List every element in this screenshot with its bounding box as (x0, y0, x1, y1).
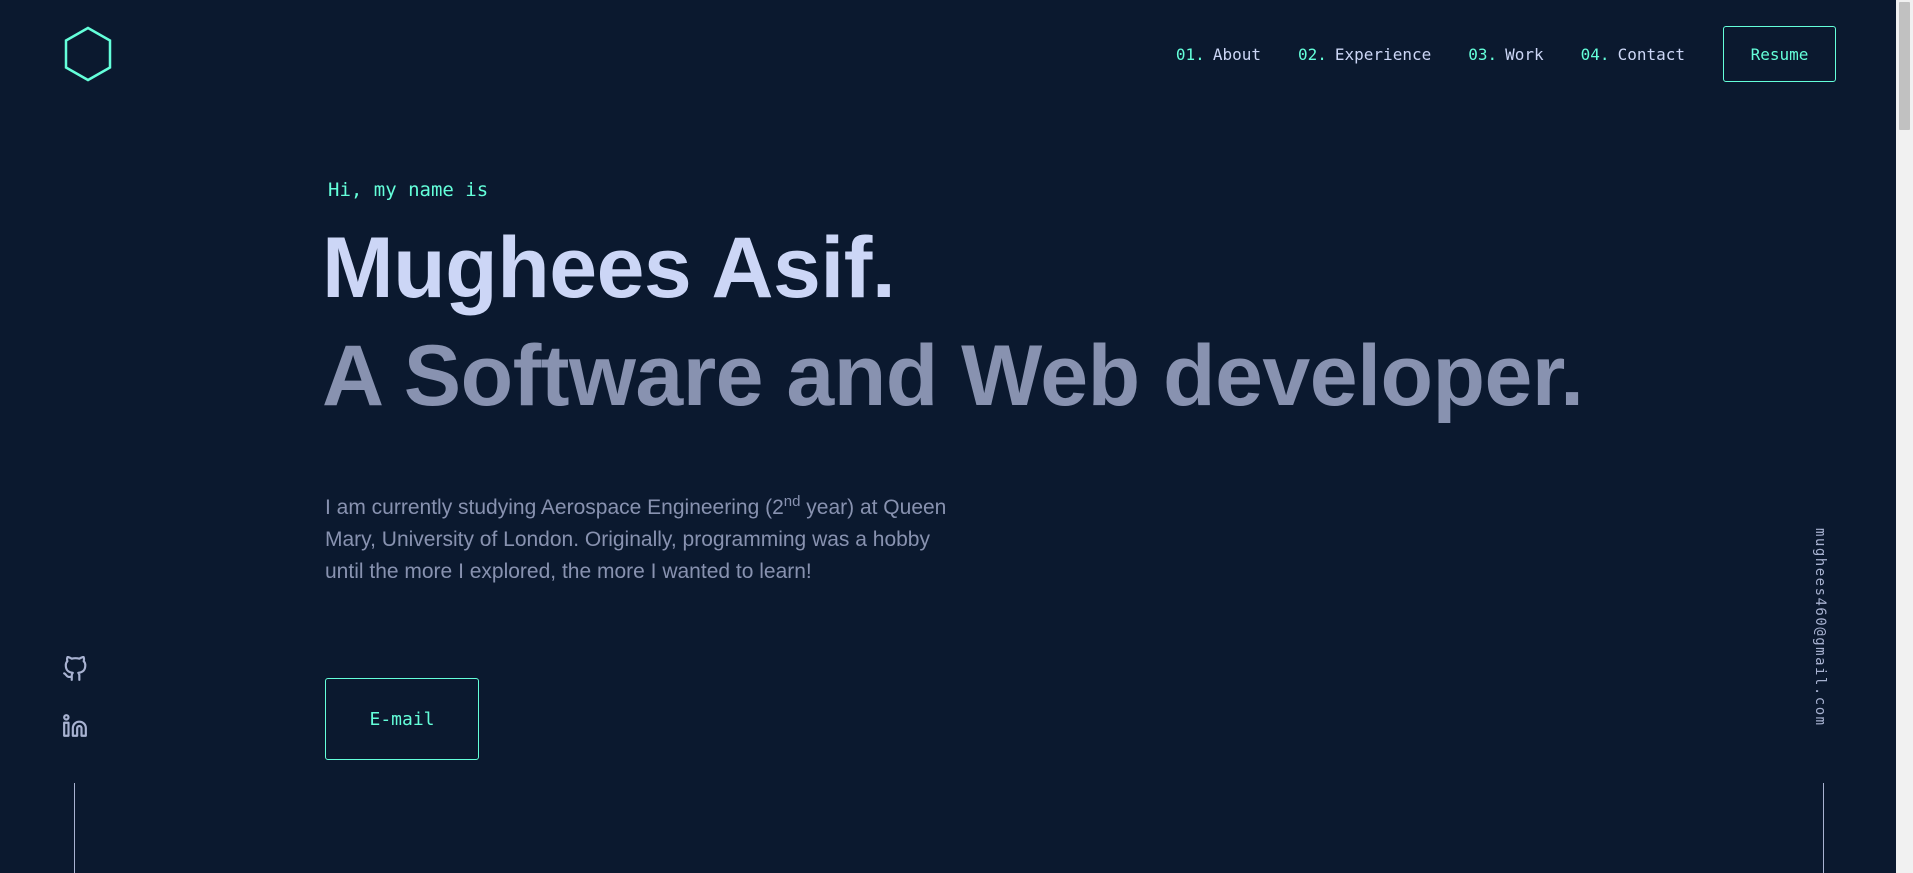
page-scrollbar[interactable] (1896, 0, 1913, 873)
linkedin-icon[interactable] (62, 713, 88, 739)
hero-name: Mughees Asif. (322, 220, 896, 316)
nav-number: 04. (1580, 44, 1610, 64)
nav-number: 01. (1175, 44, 1205, 64)
left-divider-line (74, 783, 75, 873)
hero-greeting: Hi, my name is (328, 179, 489, 201)
github-icon[interactable] (62, 655, 88, 682)
resume-button[interactable]: Resume (1723, 26, 1836, 82)
hero-bio: I am currently studying Aerospace Engine… (325, 492, 955, 588)
nav-label: Experience (1334, 44, 1432, 64)
hero-role: A Software and Web developer. (322, 328, 1584, 424)
scrollbar-thumb[interactable] (1899, 2, 1910, 130)
email-button[interactable]: E-mail (325, 678, 479, 760)
page: 01. About 02. Experience 03. Work 04. Contac… (0, 0, 1913, 873)
main-nav: 01. About 02. Experience 03. Work 04. Contac… (1176, 26, 1836, 82)
nav-label: About (1212, 44, 1261, 64)
nav-label: Work (1505, 44, 1544, 64)
nav-item-about[interactable]: 01. About (1176, 45, 1261, 64)
nav-item-work[interactable]: 03. Work (1468, 45, 1543, 64)
nav-item-experience[interactable]: 02. Experience (1298, 45, 1431, 64)
bio-text-start: I am currently studying Aerospace Engine… (325, 496, 784, 519)
bio-superscript: nd (783, 493, 801, 510)
side-email-link[interactable]: mughees460@gmail.com (1812, 528, 1828, 727)
right-divider-line (1823, 783, 1824, 873)
nav-number: 03. (1468, 44, 1498, 64)
nav-label: Contact (1617, 44, 1685, 64)
nav-number: 02. (1297, 44, 1327, 64)
nav-item-contact[interactable]: 04. Contact (1581, 45, 1685, 64)
hexagon-logo-icon[interactable] (63, 26, 113, 82)
